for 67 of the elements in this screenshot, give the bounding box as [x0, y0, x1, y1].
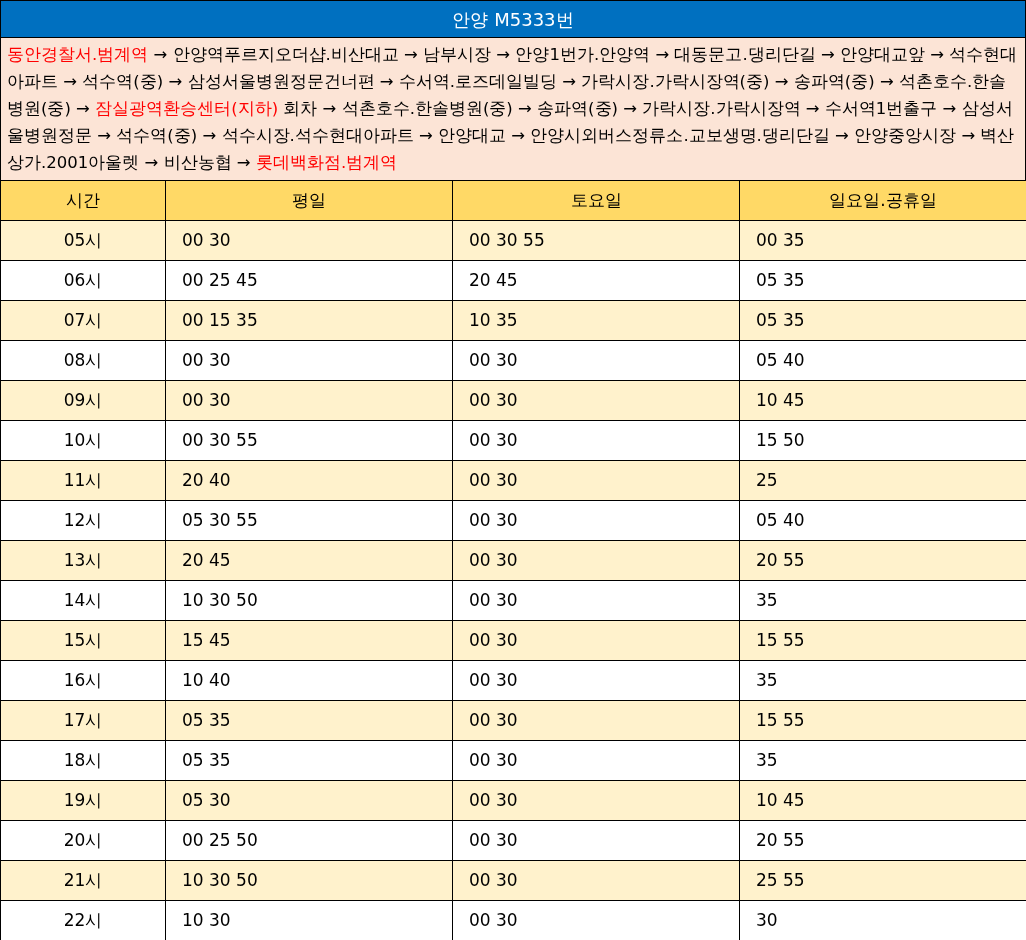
departure-times-cell: 00 30 — [452, 340, 740, 381]
hour-cell: 15시 — [0, 620, 166, 661]
departure-times-cell: 00 30 — [452, 620, 740, 661]
route-description: 동안경찰서.범계역 → 안양역푸르지오더샵.비산대교 → 남부시장 → 안양1번가.안양역 → 대동문고.댕리단길 → 안양대교앞 → 석수현대아파트 → 석수역(중) → 삼성서울병원정문건너편 → 수서역.로즈데일빌딩 → 가락시장.가락시장역(중) → 송파역(중) → 석촌호수.한솔병원(중) → 잠실광역환승센터(지하) 회차 → 석촌호수.한솔병원(중) → 송파역(중) → 가락시장.가락시장역 → 수서역1번출구 → 삼성서울병원정문 → 석수역(중) → 석수시장.석수현대아파트 → 안양대교 → 안양시외버스정류소.교보생명.댕리단길 → 안양중앙시장 → 벽산상가.2001아울렛 → 비산농협 → 롯데백화점.범계역 — [0, 38, 1026, 180]
column-header: 평일 — [165, 180, 453, 221]
column-header: 토요일 — [452, 180, 740, 221]
hour-cell: 06시 — [0, 260, 166, 301]
departure-times-cell: 05 35 — [739, 300, 1026, 341]
timetable-title: 안양 M5333번 — [0, 0, 1026, 38]
departure-times-cell: 10 45 — [739, 380, 1026, 421]
departure-times-cell: 00 30 — [452, 500, 740, 541]
departure-times-cell: 00 30 — [452, 860, 740, 901]
hour-cell: 20시 — [0, 820, 166, 861]
hour-cell: 14시 — [0, 580, 166, 621]
hour-cell: 22시 — [0, 900, 166, 940]
hour-cell: 17시 — [0, 700, 166, 741]
departure-times-cell: 00 30 — [452, 580, 740, 621]
departure-times-cell: 20 45 — [165, 540, 453, 581]
departure-times-cell: 15 45 — [165, 620, 453, 661]
hour-cell: 11시 — [0, 460, 166, 501]
departure-times-cell: 05 30 — [165, 780, 453, 821]
departure-times-cell: 25 — [739, 460, 1026, 501]
departure-times-cell: 00 30 55 — [452, 220, 740, 261]
hour-cell: 21시 — [0, 860, 166, 901]
departure-times-cell: 10 30 50 — [165, 860, 453, 901]
column-header: 시간 — [0, 180, 166, 221]
departure-times-cell: 00 30 — [452, 460, 740, 501]
departure-times-cell: 00 30 — [452, 420, 740, 461]
departure-times-cell: 25 55 — [739, 860, 1026, 901]
departure-times-cell: 00 30 — [165, 340, 453, 381]
hour-cell: 12시 — [0, 500, 166, 541]
departure-times-cell: 10 45 — [739, 780, 1026, 821]
column-header: 일요일.공휴일 — [739, 180, 1026, 221]
departure-times-cell: 10 40 — [165, 660, 453, 701]
departure-times-cell: 00 30 — [452, 780, 740, 821]
hour-cell: 19시 — [0, 780, 166, 821]
hour-cell: 07시 — [0, 300, 166, 341]
departure-times-cell: 15 55 — [739, 620, 1026, 661]
departure-times-cell: 05 35 — [165, 740, 453, 781]
departure-times-cell: 00 35 — [739, 220, 1026, 261]
hour-cell: 05시 — [0, 220, 166, 261]
departure-times-cell: 20 40 — [165, 460, 453, 501]
hour-cell: 16시 — [0, 660, 166, 701]
departure-times-cell: 15 55 — [739, 700, 1026, 741]
departure-times-cell: 10 35 — [452, 300, 740, 341]
departure-times-cell: 00 30 — [452, 660, 740, 701]
departure-times-cell: 20 45 — [452, 260, 740, 301]
departure-times-cell: 00 30 — [165, 380, 453, 421]
departure-times-cell: 00 25 45 — [165, 260, 453, 301]
hour-cell: 08시 — [0, 340, 166, 381]
hour-cell: 18시 — [0, 740, 166, 781]
departure-times-cell: 05 30 55 — [165, 500, 453, 541]
departure-times-cell: 00 30 55 — [165, 420, 453, 461]
hour-cell: 09시 — [0, 380, 166, 421]
hour-cell: 13시 — [0, 540, 166, 581]
departure-times-cell: 10 30 50 — [165, 580, 453, 621]
hour-cell: 10시 — [0, 420, 166, 461]
departure-times-cell: 00 15 35 — [165, 300, 453, 341]
departure-times-cell: 20 55 — [739, 540, 1026, 581]
departure-times-cell: 00 30 — [452, 740, 740, 781]
departure-times-cell: 00 25 50 — [165, 820, 453, 861]
departure-times-cell: 00 30 — [165, 220, 453, 261]
departure-times-cell: 00 30 — [452, 700, 740, 741]
departure-times-cell: 00 30 — [452, 820, 740, 861]
departure-times-cell: 05 35 — [165, 700, 453, 741]
departure-times-cell: 00 30 — [452, 380, 740, 421]
departure-times-cell: 00 30 — [452, 540, 740, 581]
